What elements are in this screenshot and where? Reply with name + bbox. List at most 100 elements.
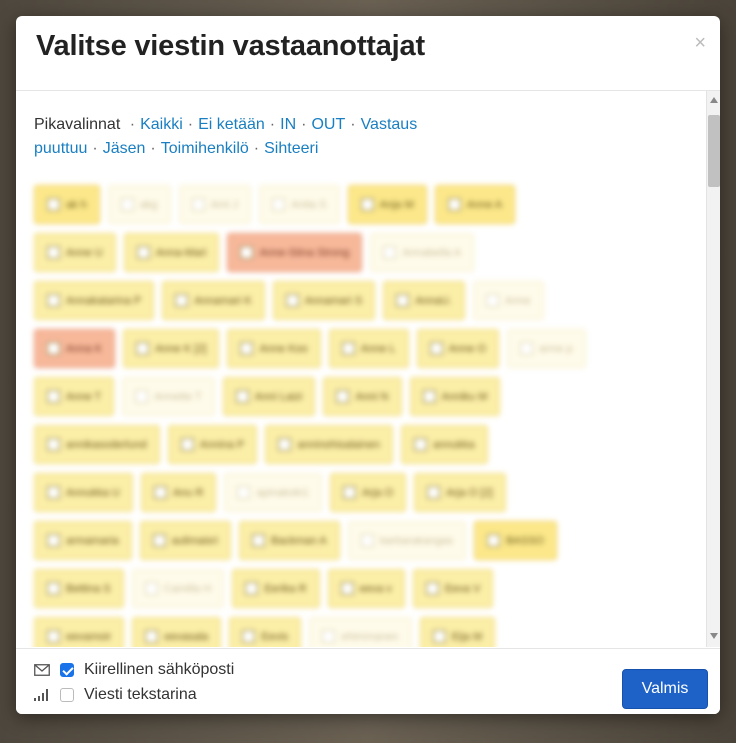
recipient-checkbox[interactable] [360,534,374,547]
recipient-chip[interactable]: Annette T [122,377,215,416]
recipient-chip[interactable]: Camilla H [131,569,225,608]
recipient-checkbox[interactable] [136,246,150,259]
recipient-checkbox[interactable] [240,246,254,259]
recipient-chip[interactable]: Annamari K [162,281,265,320]
recipient-checkbox[interactable] [135,390,149,403]
recipient-chip[interactable]: Anna K [34,329,116,368]
recipient-chip[interactable]: BASSO [474,521,557,560]
recipient-chip[interactable]: anninohisalainen [265,425,393,464]
recipient-checkbox[interactable] [152,534,166,547]
scroll-down-arrow-icon[interactable] [710,633,718,639]
recipient-checkbox[interactable] [120,198,134,211]
recipient-chip[interactable]: Bettina S [34,569,124,608]
email-checkbox[interactable] [60,663,74,677]
recipient-checkbox[interactable] [47,390,60,403]
recipient-chip[interactable]: Anne U [34,233,116,272]
sms-option[interactable]: Viesti tekstarina [34,684,197,706]
recipient-chip[interactable]: Annamari S [272,281,376,320]
recipient-checkbox[interactable] [427,486,441,499]
recipient-chip[interactable]: Anne-Stina Strong [227,233,363,272]
recipient-chip[interactable]: Eevis [229,617,302,647]
recipient-checkbox[interactable] [447,198,461,211]
recipient-chip[interactable]: Anne K [2] [123,329,220,368]
quick-select-link[interactable]: Sihteeri [264,140,318,157]
recipient-checkbox[interactable] [336,390,350,403]
recipient-checkbox[interactable] [47,342,60,355]
recipient-checkbox[interactable] [485,294,499,307]
recipient-checkbox[interactable] [413,438,427,451]
scroll-up-arrow-icon[interactable] [710,97,718,103]
recipient-checkbox[interactable] [285,294,299,307]
recipient-chip[interactable]: Anne L [328,329,409,368]
recipient-checkbox[interactable] [191,198,205,211]
recipient-chip[interactable]: Annakatarina P [34,281,155,320]
recipient-checkbox[interactable] [360,198,374,211]
recipient-checkbox[interactable] [240,342,254,355]
recipient-chip[interactable]: Anne Koo [227,329,321,368]
recipient-checkbox[interactable] [429,342,443,355]
recipient-checkbox[interactable] [47,246,60,259]
recipient-chip[interactable]: Anne A [434,185,516,224]
recipient-chip[interactable]: Annina P [167,425,258,464]
recipient-chip[interactable]: Anne O [416,329,499,368]
recipient-chip[interactable]: barbarakangas [347,521,467,560]
recipient-checkbox[interactable] [153,486,167,499]
recipient-chip[interactable]: Arja O [2] [414,473,506,512]
modal-scrollbar[interactable] [706,91,720,647]
recipient-chip[interactable]: anne p [506,329,586,368]
recipient-checkbox[interactable] [175,294,189,307]
recipient-chip[interactable]: Anne [472,281,544,320]
done-button[interactable]: Valmis [622,669,708,709]
recipient-chip[interactable]: Annabella A [370,233,475,272]
recipient-checkbox[interactable] [432,630,446,643]
recipient-chip[interactable]: aulimaisri [139,521,232,560]
recipient-chip[interactable]: Annukka U [34,473,133,512]
recipient-checkbox[interactable] [242,630,256,643]
recipient-checkbox[interactable] [47,294,60,307]
recipient-checkbox[interactable] [47,534,60,547]
recipient-chip[interactable]: Anita S [259,185,340,224]
recipient-checkbox[interactable] [47,438,60,451]
recipient-chip[interactable]: Backman A [239,521,340,560]
recipient-checkbox[interactable] [340,582,354,595]
recipient-checkbox[interactable] [341,342,355,355]
recipient-checkbox[interactable] [47,630,60,643]
recipient-checkbox[interactable] [487,534,501,547]
recipient-checkbox[interactable] [235,390,249,403]
recipient-chip[interactable]: Anja M [347,185,427,224]
recipient-checkbox[interactable] [519,342,533,355]
recipient-checkbox[interactable] [245,582,259,595]
recipient-checkbox[interactable] [272,198,286,211]
recipient-chip[interactable]: Anu R [140,473,217,512]
recipient-checkbox[interactable] [144,582,158,595]
recipient-checkbox[interactable] [47,582,60,595]
close-icon[interactable]: × [694,32,706,55]
recipient-checkbox[interactable] [47,486,60,499]
recipient-chip[interactable]: apinakoki1 [224,473,322,512]
scroll-thumb[interactable] [708,115,720,187]
quick-select-link[interactable]: Jäsen [103,140,146,157]
recipient-chip[interactable]: Eerika R [232,569,320,608]
recipient-chip[interactable]: Eija M [419,617,496,647]
recipient-chip[interactable]: Anniku M [409,377,501,416]
quick-select-link[interactable]: Toimihenkilö [161,140,249,157]
recipient-checkbox[interactable] [383,246,397,259]
quick-select-link[interactable]: IN [280,116,296,133]
recipient-checkbox[interactable] [145,630,159,643]
quick-select-link[interactable]: Kaikki [140,116,183,133]
recipient-checkbox[interactable] [180,438,194,451]
recipient-chip[interactable]: annukka [400,425,488,464]
recipient-chip[interactable]: Anni Laizi [222,377,316,416]
recipient-chip[interactable]: ehimmanen [309,617,412,647]
recipient-checkbox[interactable] [136,342,150,355]
quick-select-link[interactable]: Ei ketään [198,116,265,133]
recipient-chip[interactable]: Ami J [178,185,252,224]
email-option[interactable]: Kiirellinen sähköposti [34,659,234,681]
recipient-checkbox[interactable] [47,198,60,211]
recipient-chip[interactable]: Anni N [323,377,402,416]
recipient-chip[interactable]: AnnaU. [383,281,465,320]
recipient-checkbox[interactable] [342,486,356,499]
recipient-chip[interactable]: Eeva V [412,569,494,608]
recipient-checkbox[interactable] [278,438,292,451]
recipient-chip[interactable]: armamaria [34,521,132,560]
